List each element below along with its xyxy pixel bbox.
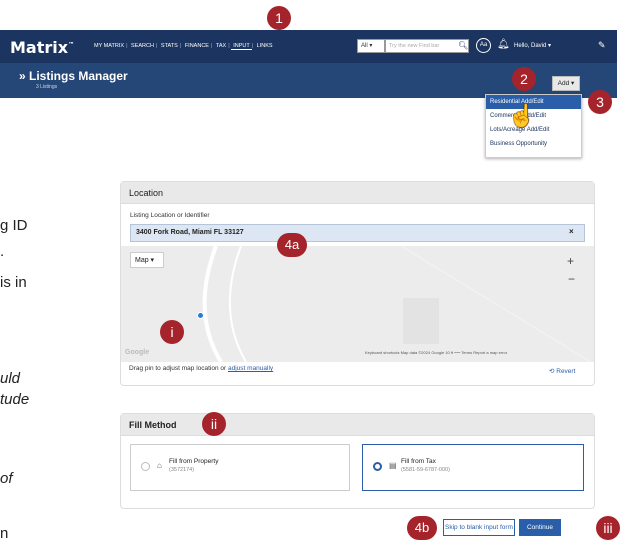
- location-input[interactable]: 3400 Fork Road, Miami FL 33127: [130, 224, 585, 242]
- nav-my-matrix[interactable]: MY MATRIX: [92, 43, 126, 49]
- continue-button[interactable]: Continue: [519, 519, 561, 536]
- map-pin[interactable]: [197, 312, 204, 319]
- option-id: (3572174): [169, 467, 195, 473]
- nav-links[interactable]: LINKS: [255, 43, 275, 49]
- fill-from-tax-option[interactable]: ▤ Fill from Tax (5581-59-6787-000): [362, 444, 584, 491]
- fill-method-heading: Fill Method: [121, 414, 594, 436]
- skip-to-blank-form-button[interactable]: Skip to blank input form: [443, 519, 515, 536]
- zoom-in-button[interactable]: +: [567, 254, 574, 268]
- step-badge-2: 2: [512, 67, 536, 91]
- location-panel: Location Listing Location or Identifier …: [120, 181, 595, 386]
- revert-button[interactable]: ⟲ Revert: [549, 367, 575, 375]
- hand-cursor-icon: ☝: [508, 103, 536, 128]
- side-text: g ID: [0, 217, 28, 234]
- location-heading: Location: [121, 182, 594, 204]
- listings-count: 3 Listings: [36, 84, 58, 90]
- search-icon[interactable]: 🔍︎: [458, 41, 468, 50]
- side-text: n: [0, 525, 9, 542]
- radio-fill-from-tax[interactable]: [373, 462, 382, 471]
- adjust-manually-link[interactable]: adjust manually: [228, 365, 273, 372]
- side-text: of: [0, 470, 13, 487]
- nav-input[interactable]: INPUT: [231, 43, 252, 50]
- map-type-select[interactable]: Map ▾: [130, 252, 164, 268]
- search-input[interactable]: Try the new Find bar: [385, 39, 469, 53]
- step-badge-i: i: [160, 320, 184, 344]
- option-id: (5581-59-6787-000): [401, 467, 450, 473]
- side-text: is in: [0, 274, 27, 291]
- google-logo: Google: [125, 349, 150, 356]
- side-text: .: [0, 243, 5, 260]
- bell-icon[interactable]: 🔔︎: [497, 39, 510, 50]
- step-badge-4b: 4b: [407, 516, 437, 540]
- radio-fill-from-property[interactable]: [141, 462, 150, 471]
- nav-finance[interactable]: FINANCE: [183, 43, 211, 49]
- page-title: » Listings Manager: [19, 69, 128, 83]
- step-badge-ii: ii: [202, 412, 226, 436]
- drag-instructions: Drag pin to adjust map location or adjus…: [129, 365, 274, 372]
- location-field-label: Listing Location or Identifier: [130, 212, 210, 219]
- pencil-icon[interactable]: ✎: [598, 40, 606, 51]
- step-badge-3: 3: [588, 90, 612, 114]
- property-icon: ⌂: [157, 461, 162, 470]
- matrix-logo[interactable]: Matrix™: [10, 38, 74, 57]
- side-text: uld: [0, 370, 21, 387]
- nav-stats[interactable]: STATS: [159, 43, 180, 49]
- tax-icon: ▤: [389, 461, 397, 470]
- step-badge-4a: 4a: [277, 233, 307, 257]
- fill-method-panel: Fill Method ⌂ Fill from Property (357217…: [120, 413, 595, 509]
- nav-bar: Matrix™ MY MATRIX | SEARCH | STATS | FINANC…: [0, 30, 617, 63]
- map-footer: Keyboard shortcuts Map data ©2024 Google…: [365, 350, 508, 355]
- text-size-icon[interactable]: Aa: [476, 38, 491, 53]
- step-badge-iii: iii: [596, 516, 620, 540]
- menu-business-opportunity[interactable]: Business Opportunity: [486, 137, 581, 151]
- nav-search[interactable]: SEARCH: [129, 43, 156, 49]
- zoom-out-button[interactable]: −: [568, 272, 575, 286]
- add-button[interactable]: Add ▾: [552, 76, 580, 91]
- clear-icon[interactable]: ×: [569, 227, 574, 236]
- fill-from-property-option[interactable]: ⌂ Fill from Property (3572174): [130, 444, 350, 491]
- main-nav: MY MATRIX | SEARCH | STATS | FINANCE | TAX | …: [92, 43, 275, 50]
- side-text: tude: [0, 391, 30, 408]
- step-badge-1: 1: [267, 6, 291, 30]
- map[interactable]: Map ▾ + − Google Keyboard shortcuts Map …: [121, 246, 594, 362]
- user-menu[interactable]: Hello, David ▾: [514, 42, 551, 49]
- search-scope-select[interactable]: All ▾: [357, 39, 385, 53]
- map-roads: [202, 246, 592, 362]
- option-name: Fill from Tax: [401, 458, 436, 465]
- nav-tax[interactable]: TAX: [214, 43, 228, 49]
- option-name: Fill from Property: [169, 458, 219, 465]
